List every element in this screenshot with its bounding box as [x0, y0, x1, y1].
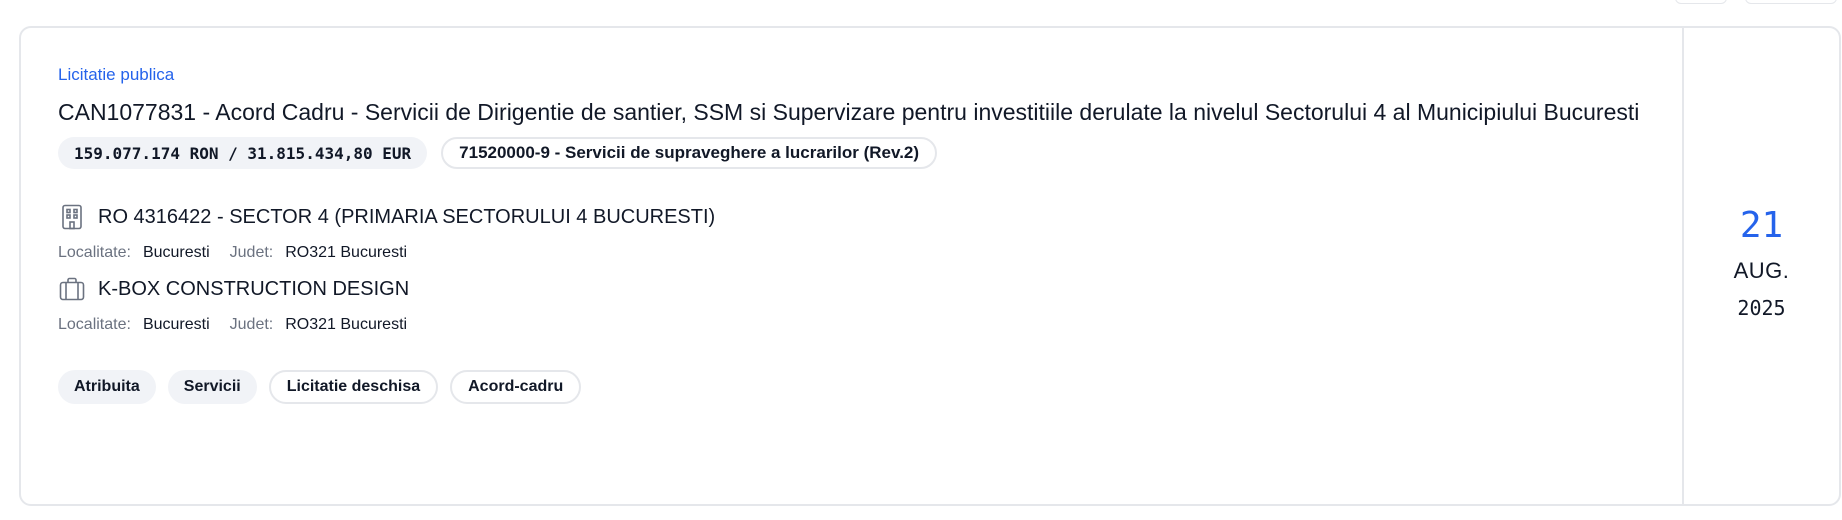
tender-card[interactable]: Licitatie publica CAN1077831 - Acord Cad… — [19, 26, 1841, 506]
winner-name[interactable]: K-BOX CONSTRUCTION DESIGN — [98, 278, 409, 301]
toolbar-button-stub[interactable] — [1745, 0, 1837, 4]
value-badge: 159.077.174 RON / 31.815.434,80 EUR — [58, 137, 428, 169]
date-day: 21 — [1739, 204, 1784, 246]
winner-row: K-BOX CONSTRUCTION DESIGN — [58, 275, 1646, 303]
locality-value: Bucuresti — [142, 316, 210, 333]
authority-row: RO 4316422 - SECTOR 4 (PRIMARIA SECTORUL… — [58, 203, 1646, 231]
date-month: AUG. — [1733, 257, 1790, 283]
tag-contract-type: Acord-cadru — [450, 370, 582, 404]
tag-category: Servicii — [167, 370, 257, 404]
building-icon — [58, 203, 86, 231]
county-label: Judet: — [229, 316, 274, 333]
toolbar-button-stub[interactable] — [1675, 0, 1727, 4]
authority-name[interactable]: RO 4316422 - SECTOR 4 (PRIMARIA SECTORUL… — [98, 206, 715, 229]
authority-meta: Localitate: Bucuresti Judet: RO321 Bucur… — [58, 244, 1646, 262]
winner-meta: Localitate: Bucuresti Judet: RO321 Bucur… — [58, 316, 1646, 334]
locality-label: Localitate: — [58, 316, 131, 333]
value-row: 159.077.174 RON / 31.815.434,80 EUR 7152… — [58, 137, 1646, 169]
county-value: RO321 Bucuresti — [285, 244, 408, 261]
tag-list: Atribuita Servicii Licitatie deschisa Ac… — [58, 370, 1646, 404]
tag-status: Atribuita — [58, 370, 156, 404]
county-value: RO321 Bucuresti — [285, 316, 408, 333]
locality-value: Bucuresti — [142, 244, 210, 261]
date-panel: 21 AUG. 2025 — [1682, 28, 1839, 504]
briefcase-icon — [58, 275, 86, 303]
county-label: Judet: — [229, 244, 274, 261]
tag-procedure: Licitatie deschisa — [268, 370, 439, 404]
tender-title[interactable]: CAN1077831 - Acord Cadru - Servicii de D… — [58, 94, 1646, 130]
date-year: 2025 — [1737, 295, 1786, 320]
procedure-type-link[interactable]: Licitatie publica — [58, 65, 174, 85]
locality-label: Localitate: — [58, 244, 131, 261]
tender-main: Licitatie publica CAN1077831 - Acord Cad… — [21, 28, 1682, 504]
cpv-badge: 71520000-9 - Servicii de supraveghere a … — [441, 137, 938, 169]
